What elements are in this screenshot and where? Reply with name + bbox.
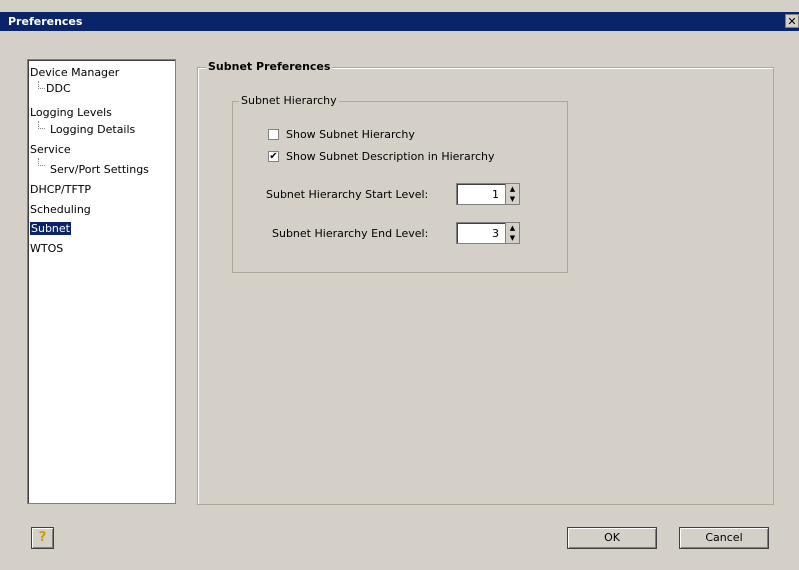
help-button[interactable]: ? [31, 527, 54, 549]
window-title: Preferences [8, 15, 83, 28]
nav-item-dhcp-tftp[interactable]: DHCP/TFTP [30, 183, 91, 197]
nav-item-service[interactable]: Service [30, 143, 71, 157]
nav-item-wtos[interactable]: WTOS [30, 242, 63, 256]
nav-item-serv-port-settings[interactable]: Serv/Port Settings [50, 163, 149, 177]
nav-item-scheduling[interactable]: Scheduling [30, 203, 91, 217]
nav-item-ddc[interactable]: DDC [46, 82, 71, 96]
show-subnet-hierarchy-checkbox[interactable] [268, 129, 279, 140]
end-level-spinner[interactable]: 3 ▲ ▼ [456, 222, 520, 244]
spin-up-icon[interactable]: ▲ [505, 184, 519, 194]
show-subnet-hierarchy-label: Show Subnet Hierarchy [286, 128, 415, 141]
title-bar: Preferences ✕ [0, 12, 799, 31]
tree-connector [38, 158, 45, 166]
tree-connector [38, 81, 45, 89]
start-level-value: 1 [492, 188, 499, 201]
spin-down-icon[interactable]: ▼ [505, 233, 519, 243]
spin-up-icon[interactable]: ▲ [505, 223, 519, 233]
spin-down-icon[interactable]: ▼ [505, 194, 519, 204]
preferences-nav-tree[interactable]: Device Manager DDC Logging Levels Loggin… [27, 59, 176, 504]
tree-connector [38, 121, 45, 129]
subnet-preferences-title: Subnet Preferences [206, 60, 333, 73]
close-icon[interactable]: ✕ [785, 14, 799, 28]
start-level-label: Subnet Hierarchy Start Level: [266, 188, 429, 201]
start-level-spin-buttons[interactable]: ▲ ▼ [505, 184, 519, 204]
subnet-hierarchy-title: Subnet Hierarchy [239, 94, 339, 107]
nav-item-subnet[interactable]: Subnet [30, 222, 71, 236]
nav-item-logging-levels[interactable]: Logging Levels [30, 106, 112, 120]
show-subnet-description-label: Show Subnet Description in Hierarchy [286, 150, 495, 163]
nav-item-logging-details[interactable]: Logging Details [50, 123, 135, 137]
end-level-spin-buttons[interactable]: ▲ ▼ [505, 223, 519, 243]
cancel-button[interactable]: Cancel [679, 527, 769, 549]
start-level-spinner[interactable]: 1 ▲ ▼ [456, 183, 520, 205]
end-level-value: 3 [492, 227, 499, 240]
ok-button[interactable]: OK [567, 527, 657, 549]
show-subnet-description-checkbox[interactable]: ✔ [268, 151, 279, 162]
end-level-label: Subnet Hierarchy End Level: [272, 227, 429, 240]
nav-item-device-manager[interactable]: Device Manager [30, 66, 119, 80]
